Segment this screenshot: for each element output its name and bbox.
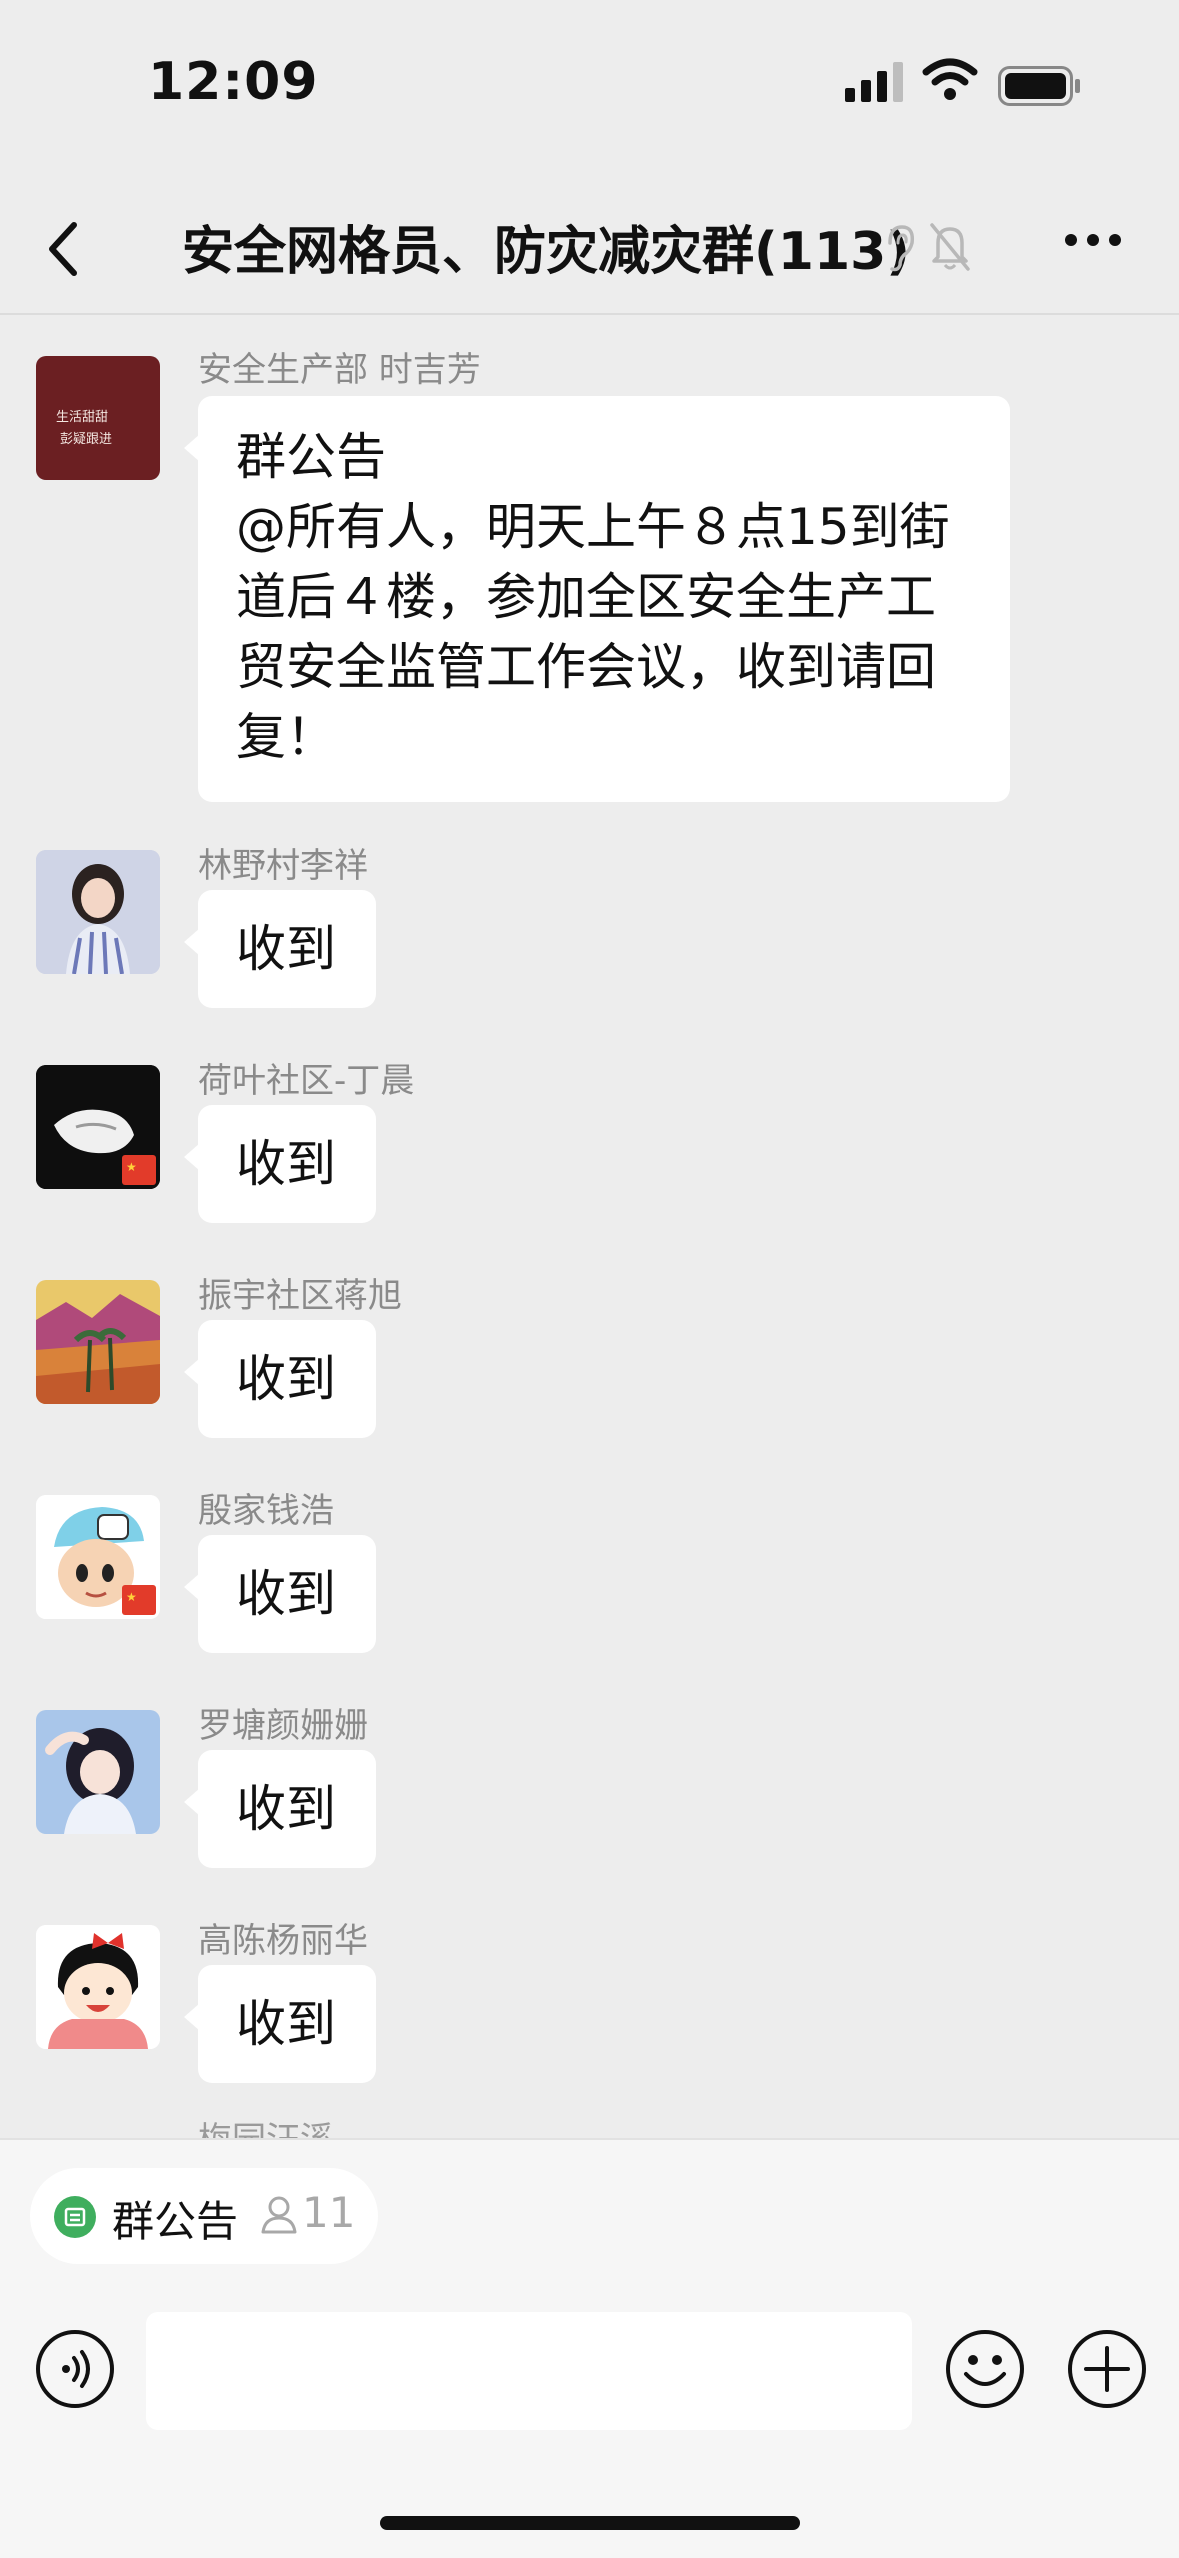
- message-bubble[interactable]: 收到: [184, 1750, 376, 1868]
- message-text: 收到: [236, 1780, 336, 1838]
- avatar-image: ★: [36, 1065, 160, 1189]
- chat-header: 安全网格员、防灾减灾群(113): [0, 165, 1179, 315]
- message-bubble[interactable]: 收到: [184, 1105, 376, 1223]
- message-text: 收到: [236, 1350, 336, 1408]
- avatar-image: [36, 1710, 160, 1834]
- status-bar: 12:09: [0, 0, 1179, 165]
- sender-name: 安全生产部 时吉芳: [198, 350, 481, 390]
- avatar-image: [36, 850, 160, 974]
- svg-text:★: ★: [126, 1160, 137, 1174]
- sender-name: 梅园汪溪: [198, 2120, 334, 2140]
- mute-bell-icon: [930, 223, 970, 271]
- user-icon: [261, 2196, 297, 2234]
- message-text: 收到: [236, 1995, 336, 2053]
- sender-name: 荷叶社区-丁晨: [198, 1061, 415, 1101]
- cellular-signal-icon: [845, 62, 903, 102]
- message-bubble[interactable]: 收到: [184, 890, 376, 1008]
- avatar[interactable]: ★: [36, 1065, 160, 1189]
- avatar[interactable]: [36, 1710, 160, 1834]
- avatar[interactable]: [36, 1280, 160, 1404]
- home-indicator[interactable]: [380, 2516, 800, 2530]
- message-bubble[interactable]: 收到: [184, 1965, 376, 2083]
- avatar[interactable]: 生活甜甜 彭疑跟进: [36, 356, 160, 480]
- emoji-icon[interactable]: [944, 2328, 1026, 2410]
- avatar-text: 彭疑跟进: [60, 432, 113, 447]
- announcement-icon: [54, 2196, 96, 2238]
- message-text: 收到: [236, 920, 336, 978]
- sender-name: 高陈杨丽华: [198, 1921, 368, 1961]
- plus-icon[interactable]: [1066, 2328, 1148, 2410]
- avatar[interactable]: [36, 850, 160, 974]
- avatar-image: [36, 1925, 160, 2049]
- back-icon[interactable]: [40, 217, 84, 281]
- message-bubble[interactable]: 收到: [184, 1535, 376, 1653]
- read-count: 11: [302, 2188, 356, 2237]
- sender-name: 罗塘颜姗姗: [198, 1706, 368, 1746]
- svg-text:★: ★: [126, 1590, 137, 1604]
- avatar-image: ★: [36, 1495, 160, 1619]
- chat-title: 安全网格员、防灾减灾群(113): [182, 222, 911, 282]
- announcement-chip[interactable]: 群公告 11: [30, 2168, 378, 2264]
- sender-name: 振宇社区蒋旭: [198, 1276, 402, 1316]
- battery-icon: [998, 66, 1080, 106]
- ear-icon: [888, 225, 915, 272]
- announcement-label: 群公告: [112, 2197, 239, 2246]
- message-text: 收到: [236, 1565, 336, 1623]
- avatar[interactable]: [36, 1925, 160, 2049]
- message-text: 收到: [236, 1135, 336, 1193]
- status-time: 12:09: [148, 52, 319, 112]
- message-bubble[interactable]: 群公告 @所有人，明天上午８点15到街道后４楼，参加全区安全生产工贸安全监管工作…: [184, 396, 1010, 802]
- more-icon[interactable]: [1064, 233, 1122, 247]
- message-text: 群公告 @所有人，明天上午８点15到街道后４楼，参加全区安全生产工贸安全监管工作…: [236, 428, 950, 766]
- message-input[interactable]: [146, 2312, 912, 2430]
- input-area: 群公告 11: [0, 2138, 1179, 2558]
- message-bubble[interactable]: 收到: [184, 1320, 376, 1438]
- avatar-text: 生活甜甜: [56, 410, 109, 425]
- avatar-image: [36, 1280, 160, 1404]
- voice-icon[interactable]: [34, 2328, 116, 2410]
- avatar[interactable]: ★: [36, 1495, 160, 1619]
- sender-name: 林野村李祥: [198, 846, 368, 886]
- sender-name: 殷家钱浩: [198, 1491, 334, 1531]
- wifi-icon: [922, 58, 978, 100]
